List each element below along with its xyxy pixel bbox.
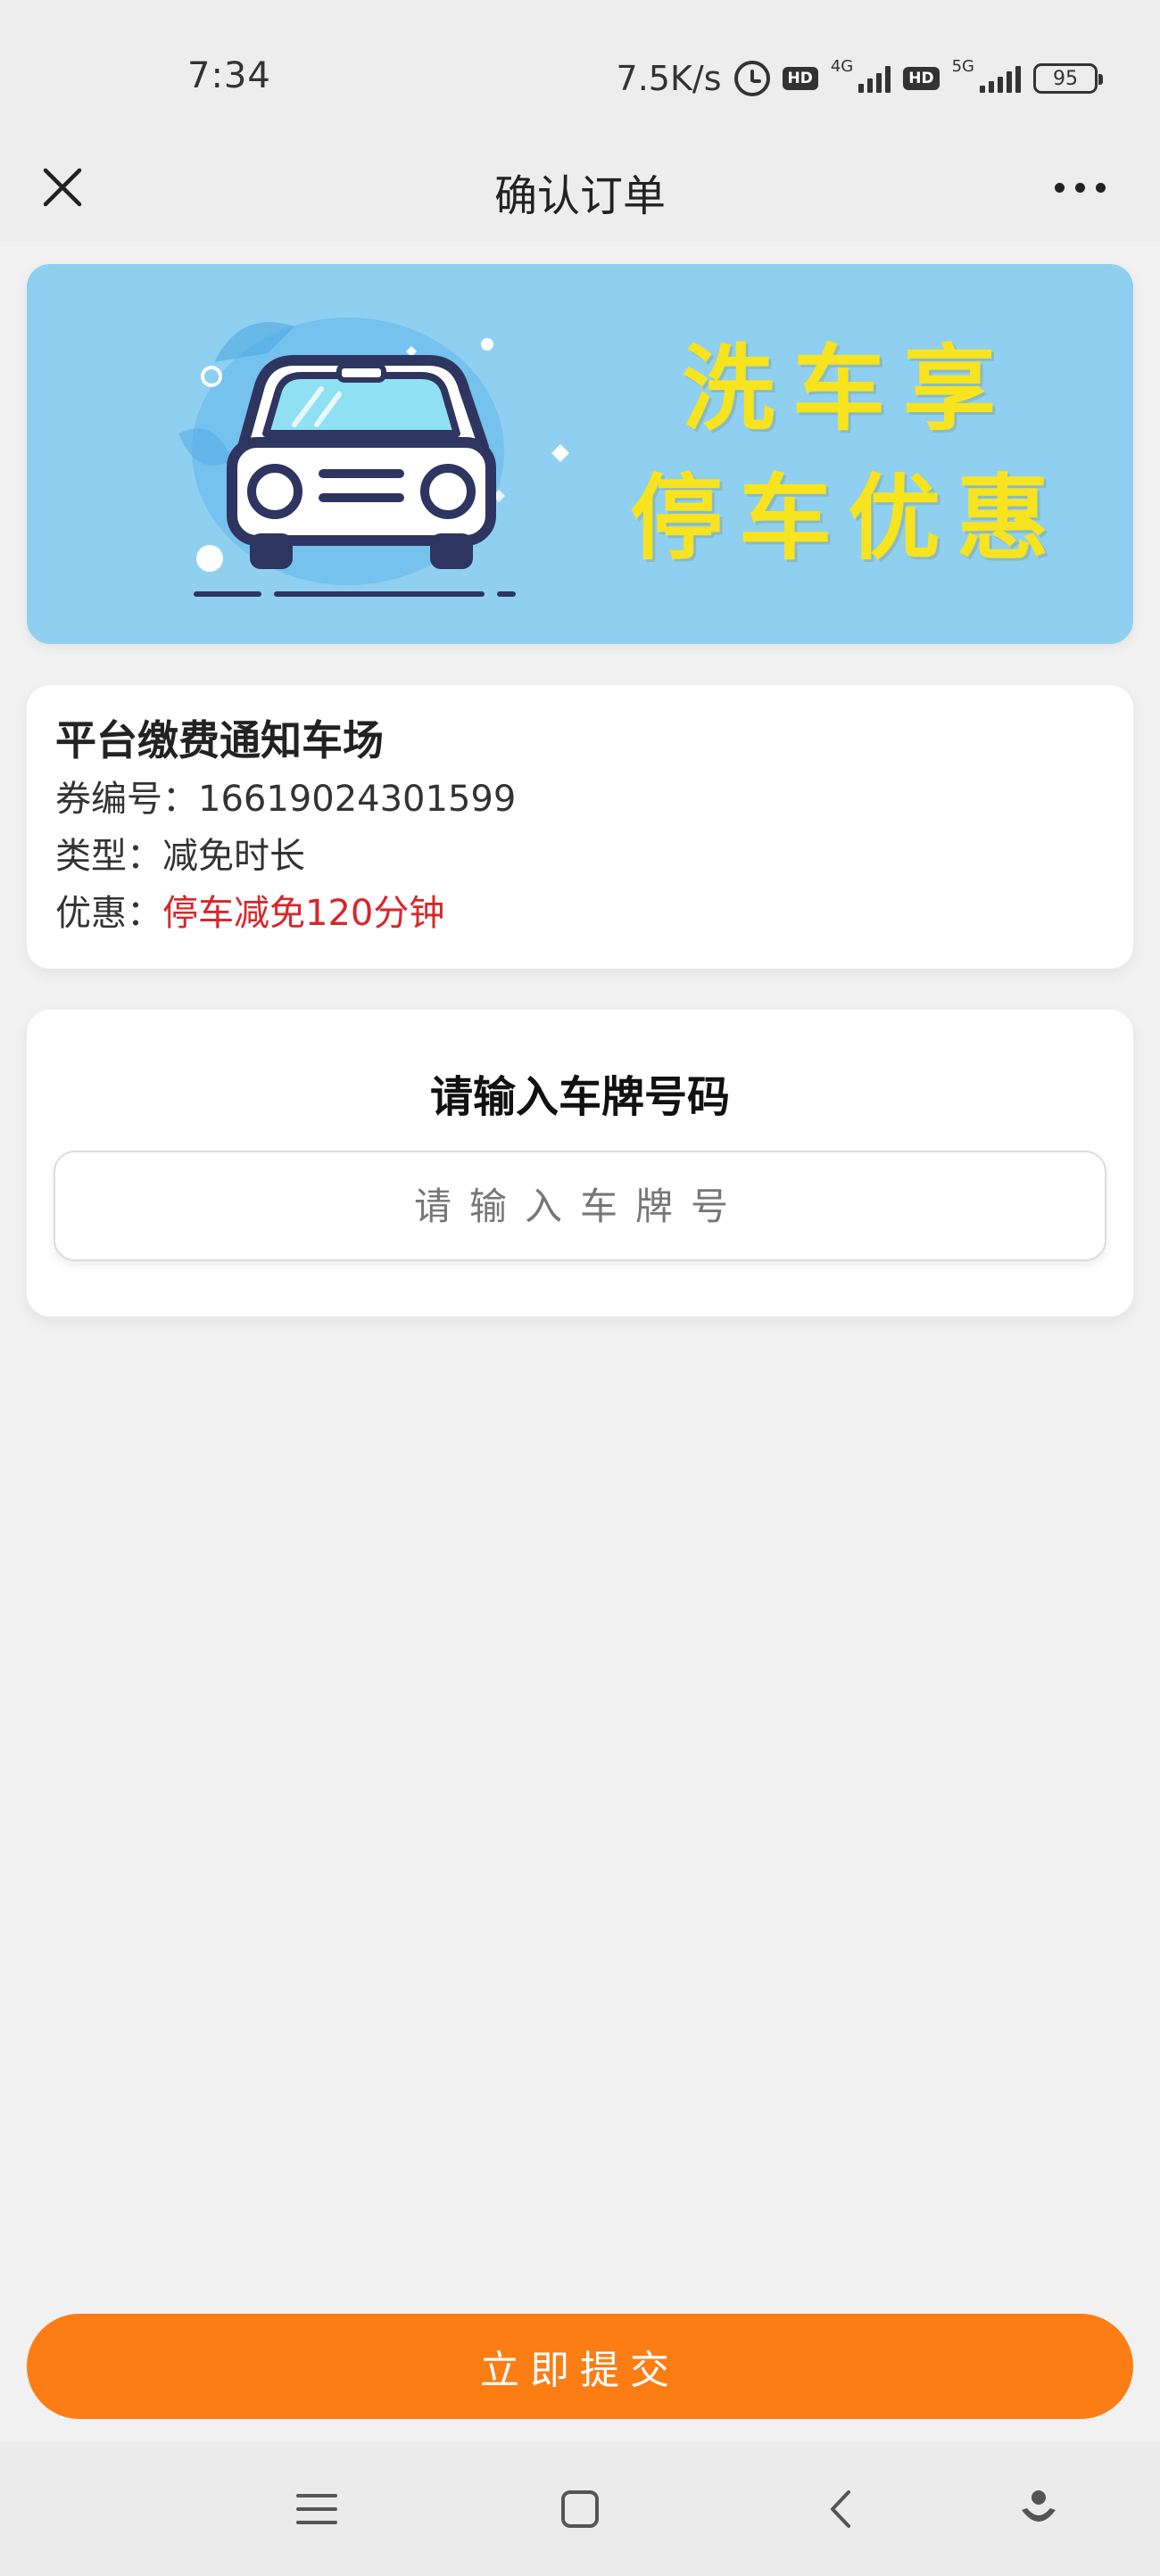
home-button[interactable] <box>544 2478 616 2540</box>
banner-line-1: 洗车享 <box>681 334 1014 443</box>
submit-button[interactable]: 立即提交 <box>27 2314 1133 2419</box>
assistant-button[interactable] <box>1003 2478 1074 2540</box>
menu-button[interactable] <box>281 2478 352 2540</box>
coupon-discount-value: 停车减免120分钟 <box>162 893 445 934</box>
back-button[interactable] <box>805 2478 876 2540</box>
more-button[interactable] <box>1035 152 1124 223</box>
coupon-type-value: 减免时长 <box>162 836 305 877</box>
network-type-2: 5G <box>951 56 974 76</box>
status-icons: 7.5K/s HD 4G HD 5G 95 <box>616 54 1103 103</box>
coupon-type-label: 类型： <box>55 836 162 877</box>
plate-number-input[interactable] <box>54 1151 1106 1261</box>
coupon-number-label: 券编号： <box>55 779 198 820</box>
status-time: 7:34 <box>187 55 271 96</box>
signal-icon-1 <box>858 64 891 93</box>
coupon-number-value: 16619024301599 <box>198 779 517 820</box>
hd-badge-2: HD <box>903 67 940 90</box>
car-illustration-icon <box>178 318 569 597</box>
page-title: 确认订单 <box>493 171 666 221</box>
system-nav-bar <box>0 2442 1160 2576</box>
menu-icon <box>296 2494 337 2524</box>
coupon-discount-label: 优惠： <box>55 893 162 934</box>
battery-level: 95 <box>1053 67 1078 90</box>
network-speed: 7.5K/s <box>616 59 722 98</box>
coupon-title: 平台缴费通知车场 <box>55 716 384 764</box>
more-dots-icon <box>1054 182 1065 193</box>
assistant-icon <box>1022 2490 1056 2522</box>
nav-bar: 确认订单 <box>0 134 1160 241</box>
coupon-number-row: 券编号： 16619024301599 <box>55 771 1105 828</box>
coupon-info-card: 平台缴费通知车场 券编号： 16619024301599 类型： 减免时长 优惠… <box>27 685 1133 969</box>
home-square-icon <box>561 2490 599 2528</box>
signal-icon-2 <box>980 64 1021 93</box>
plate-input-card: 请输入车牌号码 <box>27 1010 1133 1317</box>
network-type-1: 4G <box>830 56 854 76</box>
coupon-discount-row: 优惠： 停车减免120分钟 <box>55 885 1105 942</box>
status-bar: 7:34 7.5K/s HD 4G HD 5G 95 <box>0 0 1160 143</box>
coupon-type-row: 类型： 减免时长 <box>55 828 1105 885</box>
banner-line-2: 停车优惠 <box>629 464 1065 573</box>
battery-icon: 95 <box>1033 63 1103 94</box>
back-chevron-icon <box>831 2490 850 2528</box>
hd-badge-1: HD <box>782 67 818 90</box>
banner-text: 洗车享 停车优惠 <box>598 326 1098 585</box>
alarm-icon <box>733 61 770 96</box>
promo-banner: 洗车享 停车优惠 <box>27 264 1133 644</box>
plate-input-title: 请输入车牌号码 <box>429 1072 730 1122</box>
